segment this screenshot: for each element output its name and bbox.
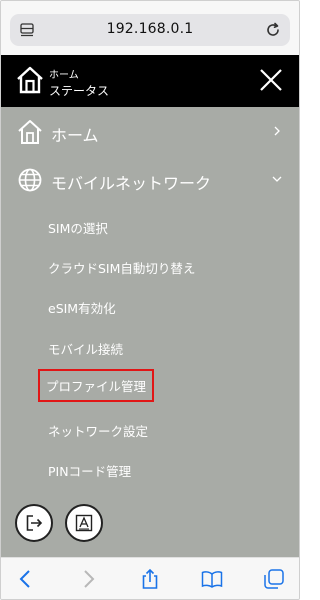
address-bar[interactable]: 192.168.0.1 xyxy=(10,14,290,46)
home-icon xyxy=(18,120,42,144)
breadcrumb: ホーム xyxy=(49,70,79,81)
forward-button[interactable] xyxy=(77,568,99,590)
home-icon[interactable] xyxy=(15,65,45,95)
chevron-right-icon xyxy=(274,126,280,136)
globe-icon xyxy=(18,168,42,192)
submenu-item-network-settings[interactable]: ネットワーク設定 xyxy=(48,421,148,440)
reload-icon[interactable] xyxy=(264,21,282,39)
navigation-menu: ホーム モバイルネットワーク SIMの選択 クラウドSIM自動切り替え eSIM… xyxy=(1,107,299,557)
submenu-item-esim[interactable]: eSIM有効化 xyxy=(48,298,116,317)
share-icon xyxy=(142,568,158,589)
tabs-button[interactable] xyxy=(263,568,285,590)
bookmarks-button[interactable] xyxy=(201,568,223,590)
submenu-item-pin-management[interactable]: PINコード管理 xyxy=(48,461,131,480)
chevron-down-icon xyxy=(272,176,282,182)
submenu-item-cloud-sim[interactable]: クラウドSIM自動切り替え xyxy=(48,258,195,277)
forward-icon xyxy=(84,570,95,588)
menu-item-label: モバイルネットワーク xyxy=(51,174,212,193)
font-size-button[interactable] xyxy=(65,504,103,542)
back-icon xyxy=(19,570,30,588)
submenu-item-profile-management[interactable]: プロファイル管理 xyxy=(37,369,155,402)
browser-toolbar xyxy=(1,557,299,599)
phone-frame: 192.168.0.1 ホーム ステータス ホーム モバイルネットワーク SIM… xyxy=(0,0,300,600)
back-button[interactable] xyxy=(15,568,37,590)
logout-icon xyxy=(26,515,43,531)
submenu-item-mobile-connection[interactable]: モバイル接続 xyxy=(48,339,123,358)
logout-button[interactable] xyxy=(15,504,53,542)
menu-item-label: ホーム xyxy=(51,126,99,145)
browser-address-area: 192.168.0.1 xyxy=(1,1,299,55)
submenu-item-sim-select[interactable]: SIMの選択 xyxy=(48,218,108,237)
menu-item-home[interactable]: ホーム xyxy=(1,111,299,153)
tabs-icon xyxy=(264,569,284,589)
font-size-icon xyxy=(75,514,93,532)
close-icon[interactable] xyxy=(257,66,285,94)
share-button[interactable] xyxy=(139,568,161,590)
menu-item-mobile-network[interactable]: モバイルネットワーク xyxy=(1,159,299,201)
page-title: ステータス xyxy=(49,84,110,98)
url-text[interactable]: 192.168.0.1 xyxy=(10,21,290,37)
page-header: ホーム ステータス xyxy=(1,55,299,107)
bookmarks-icon xyxy=(201,571,223,588)
